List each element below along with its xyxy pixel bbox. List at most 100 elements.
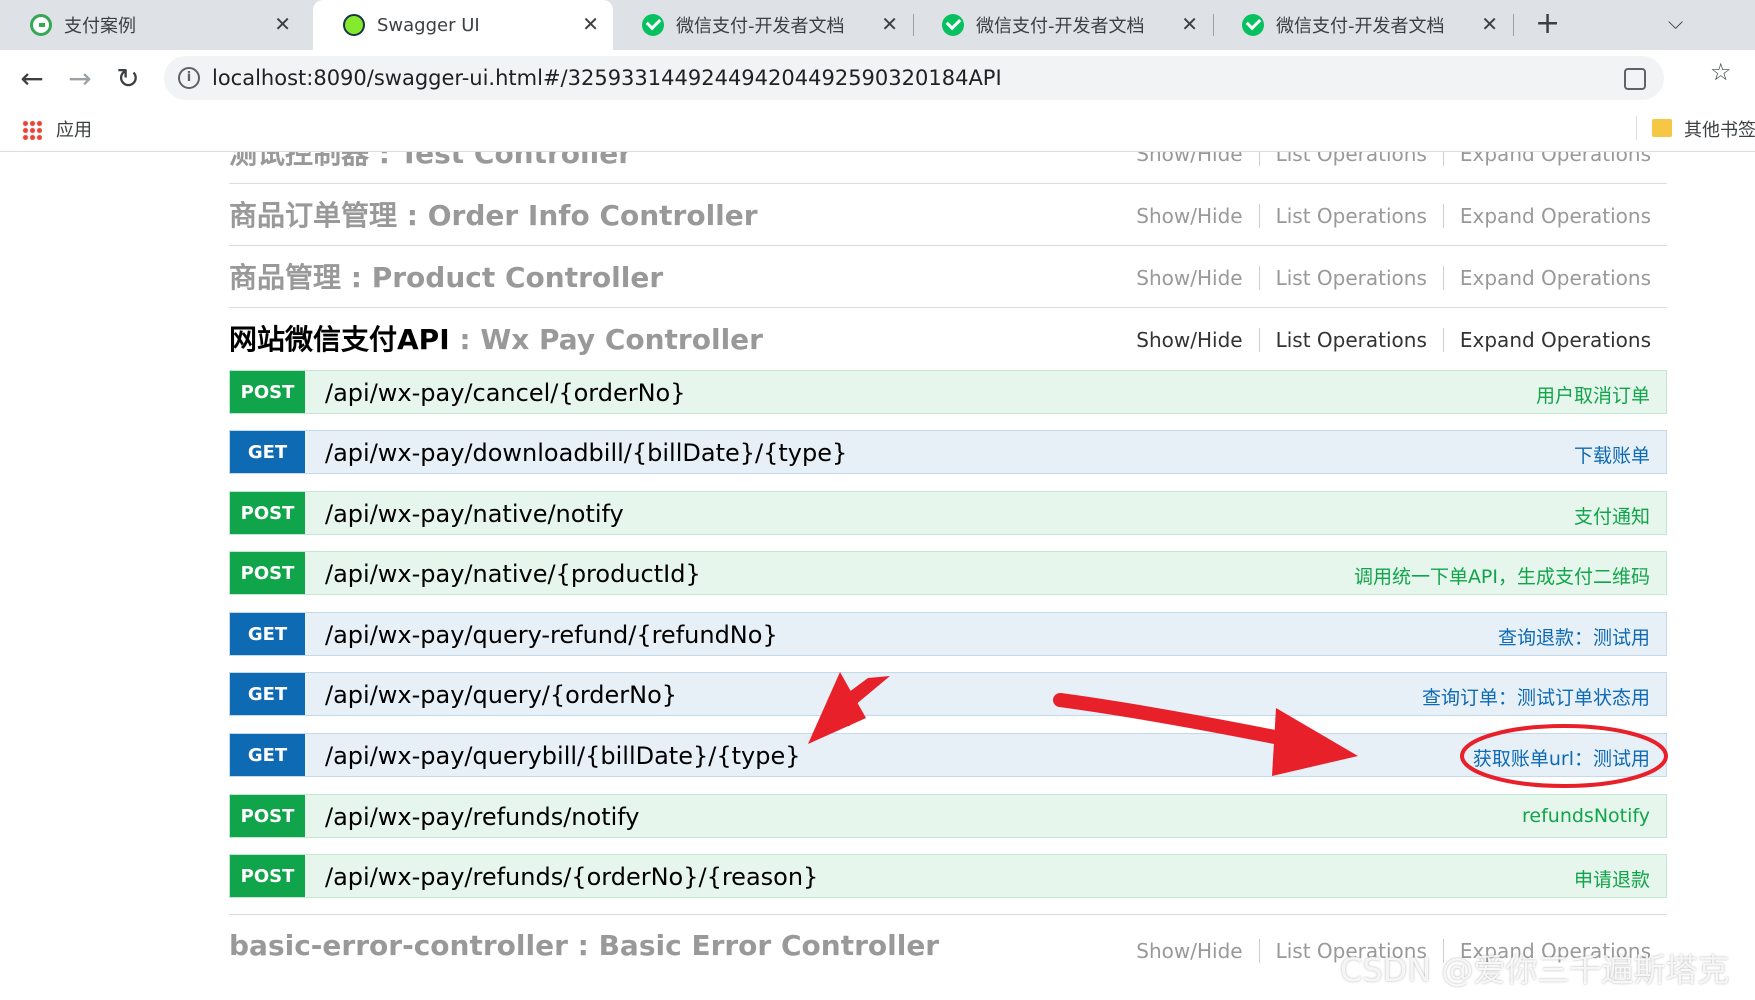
translate-icon[interactable] <box>1624 68 1646 90</box>
method-badge[interactable]: POST <box>230 552 305 594</box>
endpoint-row[interactable]: POST /api/wx-pay/native/{productId} 调用统一… <box>229 551 1667 595</box>
expand-operations-link[interactable]: Expand Operations <box>1460 328 1651 352</box>
endpoint-path[interactable]: /api/wx-pay/refunds/notify <box>325 803 640 831</box>
method-badge[interactable]: POST <box>230 795 305 837</box>
swagger-icon <box>343 14 365 36</box>
endpoint-summary[interactable]: 申请退款 <box>1574 865 1650 892</box>
close-icon[interactable]: ✕ <box>1181 12 1198 36</box>
endpoint-row[interactable]: GET /api/wx-pay/query/{orderNo} 查询订单：测试订… <box>229 672 1667 716</box>
tab-wechat-docs-3[interactable]: 微信支付-开发者文档 ✕ <box>1212 0 1512 50</box>
resource-wx-pay-controller: 网站微信支付API : Wx Pay Controller Show/Hide … <box>229 308 1667 370</box>
resource-title[interactable]: 测试控制器 : Test Controller <box>229 152 632 172</box>
endpoint-path[interactable]: /api/wx-pay/native/{productId} <box>325 560 701 588</box>
method-badge[interactable]: POST <box>230 371 305 413</box>
list-operations-link[interactable]: List Operations <box>1276 328 1427 352</box>
close-icon[interactable]: ✕ <box>1481 12 1498 36</box>
info-icon[interactable]: i <box>178 67 200 89</box>
resource-order-info-controller: 商品订单管理 : Order Info Controller Show/Hide… <box>229 184 1667 246</box>
show-hide-link[interactable]: Show/Hide <box>1136 266 1242 290</box>
url-text[interactable]: localhost:8090/swagger-ui.html#/32593314… <box>212 66 1002 90</box>
bookmark-other[interactable]: 其他书签 <box>1684 116 1755 142</box>
new-tab-button[interactable]: + <box>1535 6 1560 41</box>
endpoint-summary[interactable]: 调用统一下单API，生成支付二维码 <box>1354 562 1650 589</box>
chevron-down-icon[interactable]: ⌵ <box>1668 10 1683 34</box>
close-icon[interactable]: ✕ <box>881 12 898 36</box>
resource-ops: Show/Hide List Operations Expand Operati… <box>1136 204 1651 228</box>
method-badge[interactable]: GET <box>230 431 305 473</box>
resource-ops: Show/Hide List Operations Expand Operati… <box>1136 328 1651 352</box>
close-icon[interactable]: ✕ <box>274 12 291 36</box>
expand-operations-link[interactable]: Expand Operations <box>1460 204 1651 228</box>
resource-title[interactable]: 商品订单管理 : Order Info Controller <box>229 194 758 234</box>
endpoint-path[interactable]: /api/wx-pay/native/notify <box>325 500 624 528</box>
method-badge[interactable]: GET <box>230 673 305 715</box>
tab-wechat-docs-1[interactable]: 微信支付-开发者文档 ✕ <box>612 0 912 50</box>
resource-product-controller: 商品管理 : Product Controller Show/Hide List… <box>229 246 1667 308</box>
resource-title[interactable]: 网站微信支付API : Wx Pay Controller <box>229 318 763 358</box>
endpoint-summary[interactable]: refundsNotify <box>1522 805 1650 827</box>
tab-strip: 支付案例 ✕ Swagger UI ✕ 微信支付-开发者文档 ✕ 微信支付-开发… <box>0 0 1755 50</box>
star-icon[interactable]: ☆ <box>1710 58 1732 86</box>
endpoint-summary[interactable]: 获取账单url：测试用 <box>1473 744 1650 771</box>
show-hide-link[interactable]: Show/Hide <box>1136 328 1242 352</box>
bookmarks-bar: 应用 其他书签 <box>0 106 1755 152</box>
browser-toolbar: ← → ↻ i localhost:8090/swagger-ui.html#/… <box>0 50 1755 134</box>
resource-ops: Show/Hide List Operations Expand Operati… <box>1136 266 1651 290</box>
close-icon[interactable]: ✕ <box>582 12 599 36</box>
method-badge[interactable]: POST <box>230 492 305 534</box>
endpoint-path[interactable]: /api/wx-pay/cancel/{orderNo} <box>325 379 686 407</box>
method-badge[interactable]: GET <box>230 613 305 655</box>
resource-title[interactable]: 商品管理 : Product Controller <box>229 256 663 296</box>
expand-operations-link[interactable]: Expand Operations <box>1460 152 1651 166</box>
tab-swagger-ui[interactable]: Swagger UI ✕ <box>313 0 613 50</box>
endpoint-path[interactable]: /api/wx-pay/querybill/{billDate}/{type} <box>325 742 801 770</box>
folder-icon <box>1652 119 1672 137</box>
tab-pay-demo[interactable]: 支付案例 ✕ <box>0 0 305 50</box>
watermark: CSDN @爱你三千遍斯塔克 <box>1340 951 1730 989</box>
expand-operations-link[interactable]: Expand Operations <box>1460 266 1651 290</box>
endpoint-summary[interactable]: 查询订单：测试订单状态用 <box>1422 683 1650 710</box>
g-logo-icon <box>30 14 52 36</box>
endpoint-summary[interactable]: 查询退款：测试用 <box>1498 623 1650 650</box>
address-bar[interactable]: i localhost:8090/swagger-ui.html#/325933… <box>164 56 1664 100</box>
method-badge[interactable]: POST <box>230 855 305 897</box>
resource-ops: Show/Hide List Operations Expand Operati… <box>1136 152 1651 166</box>
endpoint-summary[interactable]: 用户取消订单 <box>1536 381 1650 408</box>
endpoint-summary[interactable]: 下载账单 <box>1574 441 1650 468</box>
list-operations-link[interactable]: List Operations <box>1276 204 1427 228</box>
endpoint-path[interactable]: /api/wx-pay/query-refund/{refundNo} <box>325 621 778 649</box>
tab-divider <box>1513 14 1514 36</box>
tab-title: Swagger UI <box>377 14 480 36</box>
endpoint-row[interactable]: POST /api/wx-pay/native/notify 支付通知 <box>229 491 1667 535</box>
list-operations-link[interactable]: List Operations <box>1276 266 1427 290</box>
endpoint-summary[interactable]: 支付通知 <box>1574 502 1650 529</box>
endpoint-path[interactable]: /api/wx-pay/query/{orderNo} <box>325 681 677 709</box>
show-hide-link[interactable]: Show/Hide <box>1136 939 1242 963</box>
forward-arrow-icon[interactable]: → <box>62 60 98 96</box>
endpoint-row[interactable]: POST /api/wx-pay/cancel/{orderNo} 用户取消订单 <box>229 370 1667 414</box>
tab-title: 微信支付-开发者文档 <box>976 16 1145 37</box>
show-hide-link[interactable]: Show/Hide <box>1136 204 1242 228</box>
apps-grid-icon[interactable] <box>22 120 42 140</box>
bookmark-apps[interactable]: 应用 <box>56 116 92 142</box>
endpoint-row[interactable]: GET /api/wx-pay/downloadbill/{billDate}/… <box>229 430 1667 474</box>
tab-wechat-docs-2[interactable]: 微信支付-开发者文档 ✕ <box>912 0 1212 50</box>
endpoint-row[interactable]: POST /api/wx-pay/refunds/notify refundsN… <box>229 794 1667 838</box>
endpoint-row[interactable]: GET /api/wx-pay/querybill/{billDate}/{ty… <box>229 733 1667 777</box>
show-hide-link[interactable]: Show/Hide <box>1136 152 1242 166</box>
reload-icon[interactable]: ↻ <box>110 60 146 96</box>
resource-test-controller: 测试控制器 : Test Controller Show/Hide List O… <box>229 152 1667 184</box>
bookmark-divider <box>1636 116 1637 140</box>
tab-title: 微信支付-开发者文档 <box>1276 16 1445 37</box>
endpoint-path[interactable]: /api/wx-pay/downloadbill/{billDate}/{typ… <box>325 439 847 467</box>
endpoint-row[interactable]: GET /api/wx-pay/query-refund/{refundNo} … <box>229 612 1667 656</box>
resource-title[interactable]: basic-error-controller : Basic Error Con… <box>229 929 939 962</box>
list-operations-link[interactable]: List Operations <box>1276 152 1427 166</box>
wechat-icon <box>642 14 664 36</box>
endpoint-row[interactable]: POST /api/wx-pay/refunds/{orderNo}/{reas… <box>229 854 1667 898</box>
back-arrow-icon[interactable]: ← <box>14 60 50 96</box>
swagger-content: 测试控制器 : Test Controller Show/Hide List O… <box>0 152 1755 1000</box>
tab-title: 支付案例 <box>64 16 136 37</box>
method-badge[interactable]: GET <box>230 734 305 776</box>
endpoint-path[interactable]: /api/wx-pay/refunds/{orderNo}/{reason} <box>325 863 818 891</box>
